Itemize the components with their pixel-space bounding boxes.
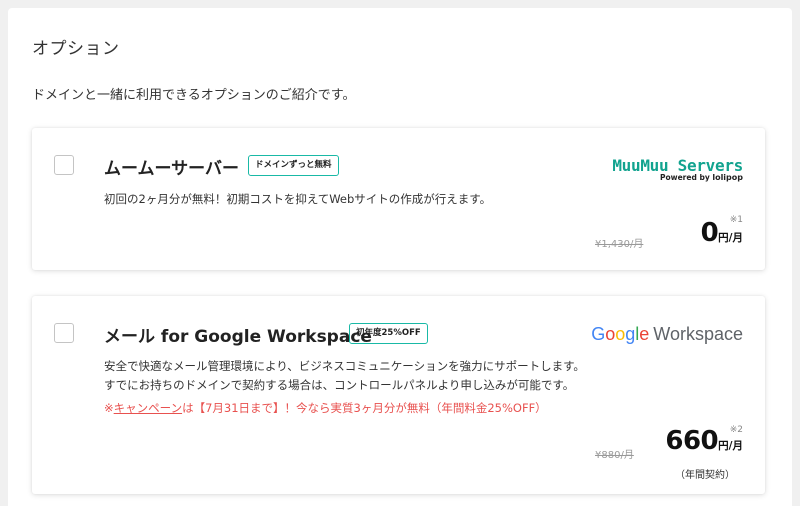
campaign-notice: ※キャンペーンは【7月31日まで】！今なら実質3ヶ月分が無料（年間料金25%OF… (104, 400, 547, 416)
option-description: 安全で快適なメール管理環境により、ビジネスコミュニケーションを強力にサポートしま… (104, 357, 585, 395)
campaign-text: は【7月31日まで】！今なら実質3ヶ月分が無料（年間料金25%OFF） (182, 401, 547, 415)
original-price: ¥1,430/月 (595, 239, 644, 250)
contract-term: （年間契約） (675, 470, 735, 481)
options-panel: オプション ドメインと一緒に利用できるオプションのご紹介です。 ムームーサーバー… (8, 8, 792, 506)
price-value: 660 (665, 426, 719, 456)
logo-letter: o (615, 324, 626, 344)
logo-letter: o (605, 324, 616, 344)
google-workspace-logo: Google Workspace (591, 324, 743, 345)
logo-powered-by: Powered by (660, 173, 710, 182)
logo-letter: g (625, 324, 636, 344)
logo-letter: G (591, 324, 606, 344)
option-name: ムームーサーバー (104, 159, 239, 179)
price-value: 0 (700, 218, 719, 248)
option-badge: ドメインずっと無料 (248, 155, 339, 176)
option-badge: 初年度25%OFF (349, 323, 428, 344)
logo-product: Workspace (653, 324, 743, 344)
logo-brand: lolipop (712, 173, 743, 182)
muumuu-server-checkbox[interactable] (54, 155, 74, 175)
muumuu-servers-logo: MuuMuu Servers Powered by lolipop (612, 156, 743, 182)
google-workspace-checkbox[interactable] (54, 323, 74, 343)
campaign-link[interactable]: キャンペーン (114, 401, 182, 415)
option-name: メール for Google Workspace (104, 327, 372, 347)
logo-letter: e (639, 324, 650, 344)
option-description: 初回の2ヶ月分が無料！初期コストを抑えてWebサイトの作成が行えます。 (104, 192, 492, 206)
option-card-google-workspace: メール for Google Workspace 初年度25%OFF 安全で快適… (32, 296, 765, 494)
description-line-2: すでにお持ちのドメインで契約する場合は、コントロールパネルより申し込みが可能です… (104, 378, 575, 392)
original-price: ¥880/月 (595, 450, 634, 461)
description-line-1: 安全で快適なメール管理環境により、ビジネスコミュニケーションを強力にサポートしま… (104, 359, 585, 373)
section-description: ドメインと一緒に利用できるオプションのご紹介です。 (32, 88, 356, 103)
price-unit: 円/月 (718, 232, 743, 244)
option-card-muumuu-server: ムームーサーバー ドメインずっと無料 初回の2ヶ月分が無料！初期コストを抑えてW… (32, 128, 765, 270)
price: 660円/月 (665, 426, 743, 456)
section-title: オプション (32, 39, 120, 59)
price-unit: 円/月 (718, 440, 743, 452)
campaign-prefix: ※ (104, 401, 114, 415)
price: 0円/月 (701, 218, 743, 248)
